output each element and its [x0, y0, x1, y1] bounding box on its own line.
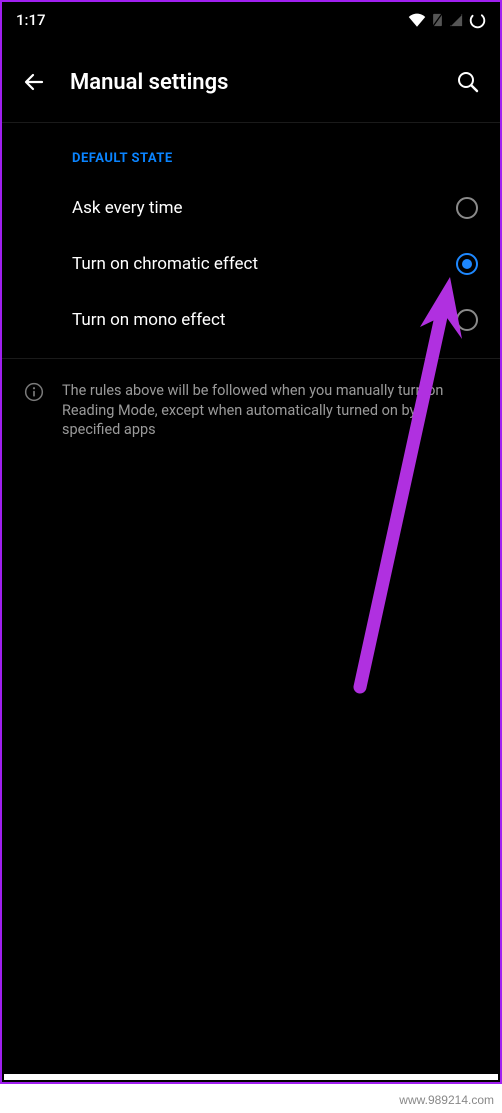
status-bar: 1:17	[2, 2, 500, 38]
option-ask-every-time[interactable]: Ask every time	[2, 180, 500, 236]
wifi-icon	[408, 13, 426, 27]
search-button[interactable]	[454, 68, 482, 96]
section-title-default-state: DEFAULT STATE	[2, 123, 500, 180]
signal-disabled-icon	[449, 13, 463, 27]
loading-spinner-icon	[469, 12, 486, 29]
sim-disabled-icon	[432, 13, 443, 27]
arrow-back-icon	[22, 70, 46, 94]
option-label: Turn on chromatic effect	[72, 254, 258, 274]
search-icon	[456, 70, 480, 94]
back-button[interactable]	[20, 68, 48, 96]
option-mono-effect[interactable]: Turn on mono effect	[2, 292, 500, 348]
page-title: Manual settings	[70, 70, 432, 95]
status-time: 1:17	[16, 11, 46, 29]
radio-unselected[interactable]	[456, 197, 478, 219]
option-chromatic-effect[interactable]: Turn on chromatic effect	[2, 236, 500, 292]
info-icon	[24, 382, 44, 406]
option-label: Turn on mono effect	[72, 310, 225, 330]
nav-bar	[4, 1074, 498, 1080]
info-text: The rules above will be followed when yo…	[62, 381, 478, 440]
radio-selected[interactable]	[456, 253, 478, 275]
info-row: The rules above will be followed when yo…	[2, 358, 500, 462]
watermark: www.989214.com	[399, 1093, 494, 1107]
page-header: Manual settings	[2, 38, 500, 122]
option-label: Ask every time	[72, 198, 183, 218]
radio-unselected[interactable]	[456, 309, 478, 331]
